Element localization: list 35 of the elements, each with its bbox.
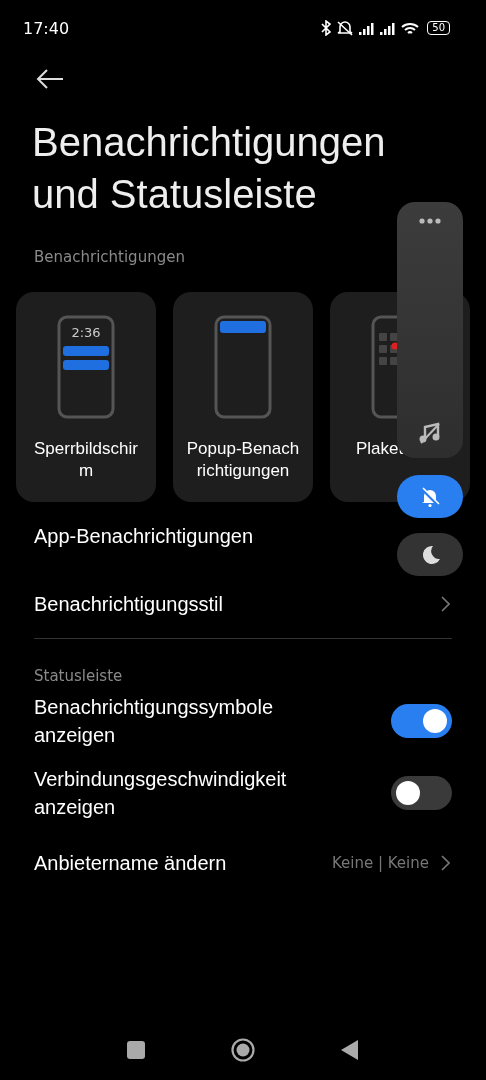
toggle-switch[interactable] (391, 704, 452, 738)
setting-label: Anbietername ändern (34, 851, 228, 876)
card-label: Sperrbildschirm (33, 438, 139, 482)
signal-icon (358, 20, 376, 36)
option-card[interactable]: Popup-Benachrichtigungen (173, 292, 313, 502)
signal-icon (379, 20, 397, 36)
setting-label: Benachrichtigungsstil (34, 592, 224, 617)
clock-time: 2:36 (70, 325, 102, 340)
chevron-icon (441, 596, 450, 612)
toggle-switch[interactable] (391, 776, 452, 810)
recents-icon (127, 1041, 145, 1059)
more-icon (419, 218, 441, 224)
back-arrow-icon (36, 69, 64, 89)
setting-label: Verbindungsgeschwindigkeit anzeigen (34, 767, 288, 820)
muted-music-icon (419, 422, 441, 444)
setting-label: App-Benachrichtigungen (34, 524, 255, 549)
card-label: Popup-Benachrichtigungen (185, 438, 301, 482)
battery-icon: 50 (427, 21, 450, 35)
chevron-icon (441, 855, 450, 871)
section-label: Statusleiste (34, 667, 124, 685)
mode-button[interactable] (397, 475, 463, 518)
mode-button[interactable] (397, 533, 463, 576)
muted-bell-icon (420, 486, 440, 507)
section-label: Benachrichtigungen (34, 248, 186, 266)
page-title: Benachrichtigungen und Statusleiste (32, 119, 387, 218)
clock-time: 17:40 (23, 18, 70, 38)
setting-label: Benachrichtigungssymbole anzeigen (34, 695, 275, 748)
wifi-icon (400, 20, 421, 36)
home-icon (231, 1038, 255, 1062)
back-icon (341, 1040, 359, 1060)
setting-value: Keine | Keine (331, 854, 429, 872)
back-button[interactable] (35, 69, 65, 91)
bluetooth-icon (320, 20, 333, 36)
option-card[interactable]: 2:36 Sperrbildschirm (16, 292, 156, 502)
muted-bell-icon (336, 20, 355, 36)
